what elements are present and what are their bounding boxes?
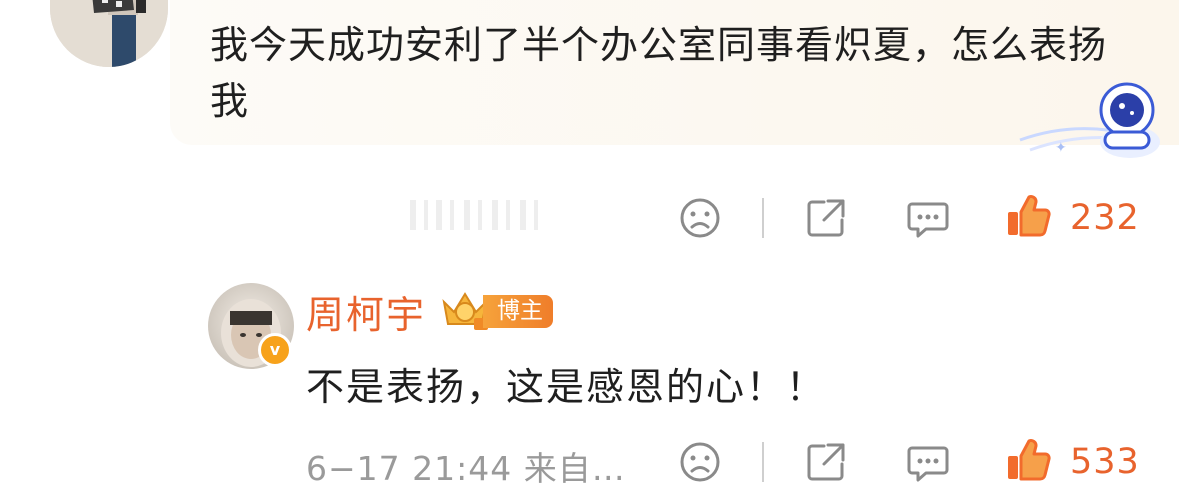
comment-button[interactable] — [906, 440, 950, 488]
author-name[interactable]: 周柯宇 — [306, 284, 426, 339]
sad-face-icon — [680, 442, 720, 482]
svg-text:✦: ✦ — [1055, 140, 1067, 156]
like-button[interactable] — [1005, 437, 1051, 487]
comment-button[interactable] — [906, 196, 950, 244]
comment-icon — [907, 202, 949, 238]
comment-icon — [907, 446, 949, 482]
dislike-button[interactable] — [678, 196, 722, 244]
share-button[interactable] — [804, 440, 848, 488]
thumbs-up-icon — [1008, 439, 1051, 481]
divider — [762, 442, 764, 482]
role-badge: 博主 — [483, 295, 553, 328]
like-count: 232 — [1070, 198, 1140, 238]
like-count: 533 — [1070, 442, 1140, 482]
thumbs-up-icon — [1008, 195, 1051, 237]
avatar[interactable] — [50, 0, 168, 67]
verified-icon: v — [258, 333, 292, 367]
share-button[interactable] — [804, 196, 848, 244]
share-icon — [807, 199, 845, 237]
decorative-strip — [410, 200, 538, 230]
like-button[interactable] — [1005, 193, 1051, 243]
share-icon — [807, 443, 845, 481]
sad-face-icon — [680, 198, 720, 238]
reply-meta: 6−17 21:44 来自… — [306, 449, 626, 488]
dislike-button[interactable] — [678, 440, 722, 488]
reply-text: 不是表扬，这是感恩的心！！ — [306, 365, 827, 409]
divider — [762, 198, 764, 238]
astronaut-sticker: ✦ — [1019, 82, 1160, 158]
comment-text: 我今天成功安利了半个办公室同事看炽夏，怎么表扬我 — [210, 23, 1108, 123]
